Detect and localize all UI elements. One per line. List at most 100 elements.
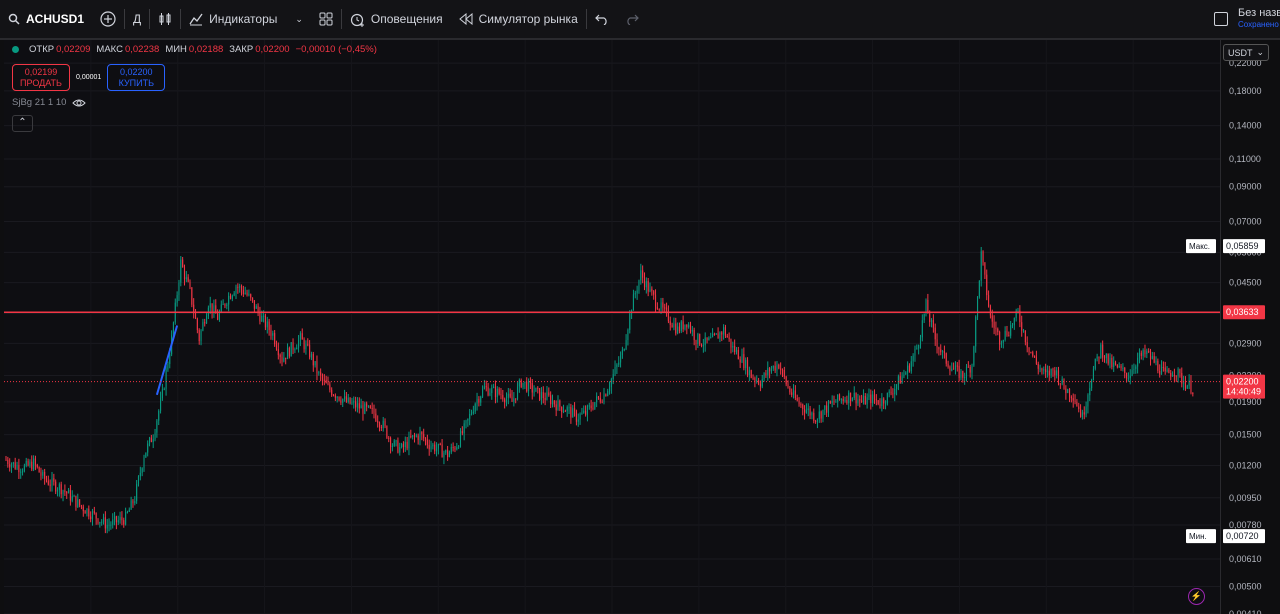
candle (570, 403, 572, 424)
candle (239, 283, 241, 293)
candle (84, 510, 86, 514)
marker-label: Мин. (1189, 532, 1207, 541)
compare-button[interactable] (92, 0, 124, 38)
currency-select[interactable]: USDT ⌄ (1223, 44, 1269, 61)
candle (417, 433, 419, 445)
alerts-button[interactable]: Оповещения (342, 0, 451, 38)
price-marker: 0,00720 (1223, 529, 1265, 544)
candle (1008, 331, 1010, 337)
chart-type-button[interactable] (150, 0, 180, 38)
indicator-legend[interactable]: SjBg 21 1 10 (12, 97, 87, 108)
layouts-button[interactable] (311, 0, 341, 38)
price-chart[interactable]: Макс. Мин. (4, 40, 1220, 614)
candle (1148, 348, 1150, 354)
candle (498, 387, 500, 396)
candle (255, 304, 257, 309)
candle (881, 393, 883, 412)
candle (535, 387, 537, 392)
trend-line[interactable] (155, 325, 179, 396)
candle (391, 443, 393, 452)
buy-button[interactable]: 0,02200 КУПИТЬ (107, 64, 166, 91)
candle (980, 246, 982, 287)
candle (18, 458, 20, 479)
chart-pane[interactable]: Макс. Мин. (4, 40, 1220, 614)
candle (1010, 320, 1012, 339)
candle (228, 292, 230, 312)
candle (369, 404, 371, 409)
candle (724, 324, 727, 338)
price-marker: 0,05859 (1223, 239, 1265, 254)
redo-button[interactable] (617, 0, 647, 38)
candle (344, 389, 346, 402)
candle (191, 287, 193, 308)
candle (22, 468, 24, 476)
candle (1146, 348, 1148, 359)
candle (675, 317, 677, 336)
sell-button[interactable]: 0,02199 ПРОДАТЬ (12, 64, 70, 91)
candle (500, 387, 502, 400)
candle (244, 286, 246, 295)
candle (802, 403, 804, 416)
candle (640, 263, 642, 285)
candle (919, 334, 922, 349)
y-tick-label: 0,18000 (1229, 86, 1262, 96)
indicators-button[interactable]: Индикаторы ⌄ (181, 0, 311, 38)
candle (1164, 361, 1166, 375)
candle (206, 311, 208, 324)
candle (1170, 369, 1172, 381)
collapse-legend-button[interactable]: ⌃ (12, 115, 33, 132)
lightning-icon[interactable]: ⚡ (1188, 588, 1205, 605)
replay-button[interactable]: Симулятор рынка (451, 0, 586, 38)
candle (183, 264, 186, 286)
trade-panel: 0,02199 ПРОДАТЬ 0,00001 0,02200 КУПИТЬ (12, 64, 166, 91)
candle (542, 386, 544, 404)
candle (240, 284, 243, 296)
candle (844, 396, 846, 403)
indicator-label: SjBg 21 1 10 (12, 97, 67, 108)
candle (1155, 356, 1157, 366)
candle (137, 475, 140, 487)
candle (450, 443, 452, 455)
candle (1057, 366, 1060, 386)
candle (993, 315, 995, 335)
interval-button[interactable]: Д (125, 0, 149, 38)
candle (1078, 402, 1080, 413)
candle (375, 408, 377, 422)
candle (101, 519, 103, 526)
candle (658, 308, 660, 312)
candle (846, 395, 848, 405)
candle (1043, 366, 1045, 375)
candle (312, 351, 314, 372)
candle (581, 407, 583, 415)
candle (91, 508, 94, 526)
candle (1065, 385, 1067, 400)
candle (224, 303, 226, 309)
candle (1034, 355, 1036, 358)
layout-name[interactable]: Без назв Сохранено (1238, 7, 1280, 31)
candle (42, 469, 44, 479)
rewind-icon (458, 13, 473, 25)
candle (253, 300, 255, 312)
y-tick-label: 0,00780 (1229, 520, 1262, 530)
candle (574, 402, 576, 417)
candle (202, 318, 204, 332)
eye-icon[interactable] (72, 98, 87, 108)
candle (1061, 376, 1063, 386)
candle (257, 303, 259, 317)
candle (778, 363, 780, 370)
candle (1045, 363, 1047, 379)
candle (1080, 404, 1082, 418)
price-scale[interactable]: 0,22000 0,18000 0,14000 0,11000 0,09000 0,070… (1220, 40, 1280, 614)
candle (472, 405, 474, 415)
open-value: 0,02209 (56, 44, 91, 55)
undo-button[interactable] (587, 0, 617, 38)
fullscreen-checkbox[interactable] (1214, 12, 1228, 26)
candle (673, 317, 675, 331)
candle (73, 494, 75, 497)
candle (822, 409, 824, 423)
candle (286, 343, 289, 360)
candle (695, 339, 697, 351)
candle (23, 463, 25, 473)
candle (1149, 348, 1152, 366)
symbol-search[interactable]: ACHUSD1 (0, 0, 92, 38)
